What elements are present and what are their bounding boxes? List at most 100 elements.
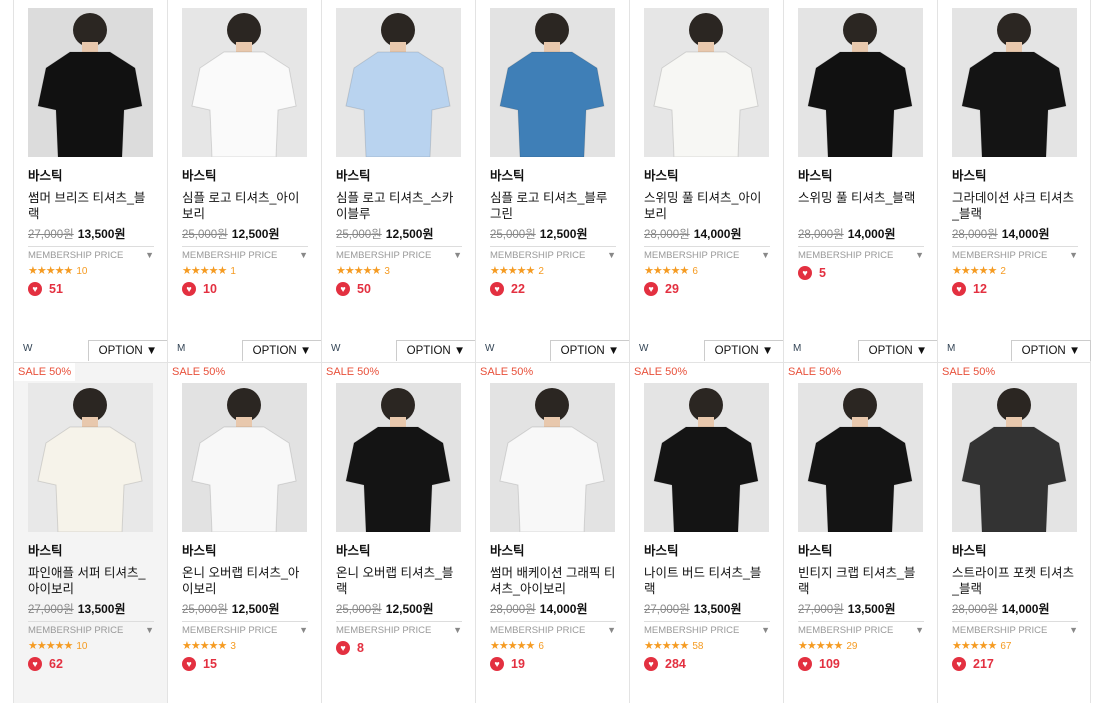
membership-price-toggle[interactable]: MEMBERSHIP PRICE ▼ bbox=[952, 621, 1078, 636]
membership-price-toggle[interactable]: MEMBERSHIP PRICE ▼ bbox=[798, 621, 924, 636]
product-name[interactable]: 썸머 배케이션 그래픽 티셔츠_아이보리 bbox=[490, 565, 616, 597]
product-card[interactable]: SALE 50% 바스틱 빈티지 크랩 티셔츠_블랙 27,000원 13,500원 ME… bbox=[783, 363, 937, 703]
brand-name[interactable]: 바스틱 bbox=[644, 540, 770, 559]
product-image[interactable] bbox=[798, 8, 923, 157]
brand-name[interactable]: 바스틱 bbox=[336, 165, 462, 184]
product-image[interactable] bbox=[490, 383, 615, 532]
product-card[interactable]: SALE 50% 바스틱심플 로고 티셔츠_아이보리 25,000원12,500원 M… bbox=[167, 0, 322, 363]
heart-icon[interactable]: ♥ bbox=[798, 657, 812, 671]
like-block[interactable]: ♥ 15 bbox=[182, 657, 308, 671]
option-button[interactable]: OPTION ▼ bbox=[704, 340, 784, 361]
product-image[interactable] bbox=[336, 8, 461, 157]
like-block[interactable]: ♥ 8 bbox=[336, 641, 462, 655]
brand-name[interactable]: 바스틱 bbox=[28, 540, 154, 559]
product-name[interactable]: 썸머 브리즈 티셔츠_블랙 bbox=[28, 190, 154, 222]
product-name[interactable]: 온니 오버랩 티셔츠_아이보리 bbox=[182, 565, 308, 597]
product-name[interactable]: 스트라이프 포켓 티셔츠_블랙 bbox=[952, 565, 1078, 597]
product-image[interactable] bbox=[182, 383, 307, 532]
membership-price-toggle[interactable]: MEMBERSHIP PRICE ▼ bbox=[952, 246, 1078, 261]
product-card[interactable]: SALE 50% 바스틱스위밍 풀 티셔츠_아이보리 28,000원14,000원 M… bbox=[629, 0, 784, 363]
brand-name[interactable]: 바스틱 bbox=[644, 165, 770, 184]
heart-icon[interactable]: ♥ bbox=[490, 657, 504, 671]
product-card[interactable]: SALE 50% 바스틱 썸머 배케이션 그래픽 티셔츠_아이보리 28,000원 14… bbox=[475, 363, 629, 703]
heart-icon[interactable]: ♥ bbox=[28, 282, 42, 296]
like-block[interactable]: ♥ 10 bbox=[182, 282, 308, 296]
product-image[interactable] bbox=[28, 8, 153, 157]
product-image[interactable] bbox=[644, 8, 769, 157]
product-name[interactable]: 심플 로고 티셔츠_아이보리 bbox=[182, 190, 308, 222]
product-card[interactable]: SALE 50% 바스틱썸머 브리즈 티셔츠_블랙 27,000원13,500원 ME… bbox=[13, 0, 168, 363]
like-block[interactable]: ♥ 217 bbox=[952, 657, 1078, 671]
heart-icon[interactable]: ♥ bbox=[182, 282, 196, 296]
heart-icon[interactable]: ♥ bbox=[798, 266, 812, 280]
like-block[interactable]: ♥ 109 bbox=[798, 657, 924, 671]
membership-price-toggle[interactable]: MEMBERSHIP PRICE ▼ bbox=[336, 621, 462, 636]
membership-price-toggle[interactable]: MEMBERSHIP PRICE ▼ bbox=[28, 246, 154, 261]
product-card[interactable]: SALE 50% 바스틱 온니 오버랩 티셔츠_블랙 25,000원 12,500원 ME… bbox=[321, 363, 475, 703]
heart-icon[interactable]: ♥ bbox=[952, 657, 966, 671]
option-button[interactable]: OPTION ▼ bbox=[550, 340, 630, 361]
product-image[interactable] bbox=[490, 8, 615, 157]
membership-price-toggle[interactable]: MEMBERSHIP PRICE ▼ bbox=[28, 621, 154, 636]
membership-price-toggle[interactable]: MEMBERSHIP PRICE ▼ bbox=[798, 246, 924, 261]
like-block[interactable]: ♥ 22 bbox=[490, 282, 616, 296]
product-image[interactable] bbox=[644, 383, 769, 532]
product-card[interactable]: SALE 50% 바스틱 파인애플 서퍼 티셔츠_아이보리 27,000원 13,500… bbox=[13, 363, 167, 703]
product-card[interactable]: SALE 50% 바스틱심플 로고 티셔츠_스카이블루 25,000원12,500원… bbox=[321, 0, 476, 363]
product-card[interactable]: SALE 50% 바스틱스위밍 풀 티셔츠_블랙 28,000원14,000원 MEM… bbox=[783, 0, 938, 363]
product-name[interactable]: 온니 오버랩 티셔츠_블랙 bbox=[336, 565, 462, 597]
like-block[interactable]: ♥ 12 bbox=[952, 282, 1078, 296]
brand-name[interactable]: 바스틱 bbox=[182, 540, 308, 559]
product-card[interactable]: SALE 50% 바스틱 스트라이프 포켓 티셔츠_블랙 28,000원 14,000원… bbox=[937, 363, 1091, 703]
product-card[interactable]: SALE 50% 바스틱 나이트 버드 티셔츠_블랙 27,000원 13,500원 ME… bbox=[629, 363, 783, 703]
product-name[interactable]: 빈티지 크랩 티셔츠_블랙 bbox=[798, 565, 924, 597]
option-button[interactable]: OPTION ▼ bbox=[242, 340, 322, 361]
product-name[interactable]: 스위밍 풀 티셔츠_아이보리 bbox=[644, 190, 770, 222]
brand-name[interactable]: 바스틱 bbox=[798, 540, 924, 559]
like-block[interactable]: ♥ 50 bbox=[336, 282, 462, 296]
heart-icon[interactable]: ♥ bbox=[336, 282, 350, 296]
heart-icon[interactable]: ♥ bbox=[644, 657, 658, 671]
heart-icon[interactable]: ♥ bbox=[490, 282, 504, 296]
product-card[interactable]: SALE 50% 바스틱심플 로고 티셔츠_블루그린 25,000원12,500원 M… bbox=[475, 0, 630, 363]
product-name[interactable]: 나이트 버드 티셔츠_블랙 bbox=[644, 565, 770, 597]
membership-price-toggle[interactable]: MEMBERSHIP PRICE ▼ bbox=[182, 246, 308, 261]
membership-price-toggle[interactable]: MEMBERSHIP PRICE ▼ bbox=[490, 621, 616, 636]
heart-icon[interactable]: ♥ bbox=[182, 657, 196, 671]
heart-icon[interactable]: ♥ bbox=[28, 657, 42, 671]
product-name[interactable]: 스위밍 풀 티셔츠_블랙 bbox=[798, 190, 924, 222]
heart-icon[interactable]: ♥ bbox=[952, 282, 966, 296]
membership-price-toggle[interactable]: MEMBERSHIP PRICE ▼ bbox=[490, 246, 616, 261]
product-image[interactable] bbox=[798, 383, 923, 532]
product-card[interactable]: SALE 50% 바스틱그라데이션 샤크 티셔츠_블랙 28,000원14,000원… bbox=[937, 0, 1091, 363]
brand-name[interactable]: 바스틱 bbox=[952, 165, 1078, 184]
heart-icon[interactable]: ♥ bbox=[336, 641, 350, 655]
brand-name[interactable]: 바스틱 bbox=[798, 165, 924, 184]
product-card[interactable]: SALE 50% 바스틱 온니 오버랩 티셔츠_아이보리 25,000원 12,500원… bbox=[167, 363, 321, 703]
option-button[interactable]: OPTION ▼ bbox=[858, 340, 938, 361]
like-block[interactable]: ♥ 62 bbox=[28, 657, 154, 671]
like-block[interactable]: ♥ 51 bbox=[28, 282, 154, 296]
like-block[interactable]: ♥ 29 bbox=[644, 282, 770, 296]
product-name[interactable]: 그라데이션 샤크 티셔츠_블랙 bbox=[952, 190, 1078, 222]
heart-icon[interactable]: ♥ bbox=[644, 282, 658, 296]
product-image[interactable] bbox=[952, 383, 1077, 532]
like-block[interactable]: ♥ 19 bbox=[490, 657, 616, 671]
option-button[interactable]: OPTION ▼ bbox=[88, 340, 168, 361]
membership-price-toggle[interactable]: MEMBERSHIP PRICE ▼ bbox=[336, 246, 462, 261]
product-image[interactable] bbox=[182, 8, 307, 157]
like-block[interactable]: ♥ 5 bbox=[798, 266, 924, 280]
product-name[interactable]: 파인애플 서퍼 티셔츠_아이보리 bbox=[28, 565, 154, 597]
product-name[interactable]: 심플 로고 티셔츠_스카이블루 bbox=[336, 190, 462, 222]
membership-price-toggle[interactable]: MEMBERSHIP PRICE ▼ bbox=[644, 246, 770, 261]
product-name[interactable]: 심플 로고 티셔츠_블루그린 bbox=[490, 190, 616, 222]
brand-name[interactable]: 바스틱 bbox=[490, 540, 616, 559]
option-button[interactable]: OPTION ▼ bbox=[1011, 340, 1091, 361]
brand-name[interactable]: 바스틱 bbox=[182, 165, 308, 184]
brand-name[interactable]: 바스틱 bbox=[952, 540, 1078, 559]
product-image[interactable] bbox=[28, 383, 153, 532]
brand-name[interactable]: 바스틱 bbox=[490, 165, 616, 184]
like-block[interactable]: ♥ 284 bbox=[644, 657, 770, 671]
membership-price-toggle[interactable]: MEMBERSHIP PRICE ▼ bbox=[644, 621, 770, 636]
option-button[interactable]: OPTION ▼ bbox=[396, 340, 476, 361]
